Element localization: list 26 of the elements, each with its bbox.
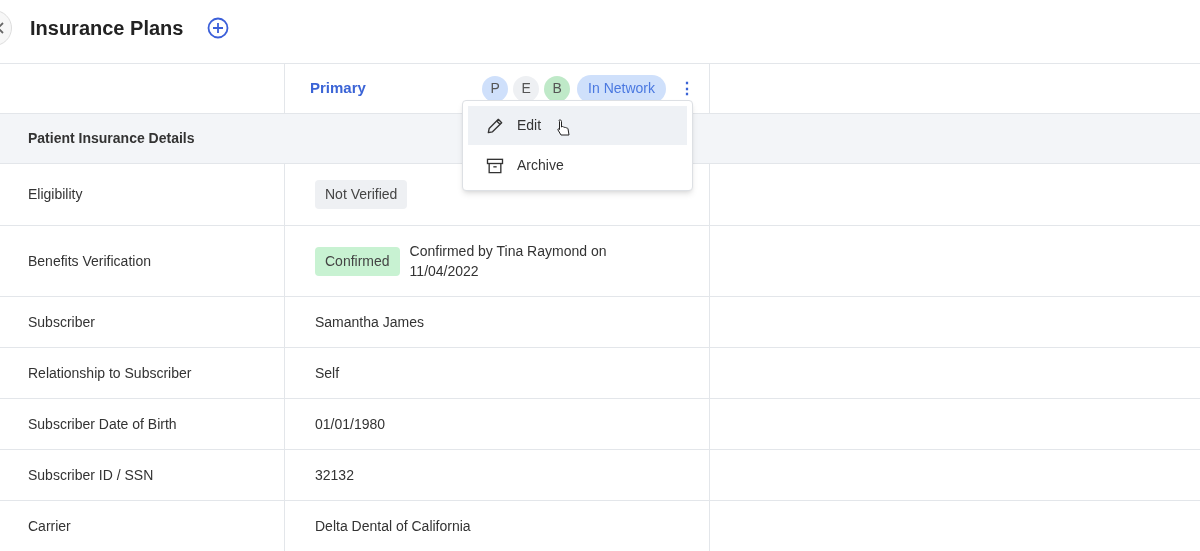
field-value: Delta Dental of California <box>315 516 471 536</box>
hand-cursor-icon <box>556 118 572 138</box>
field-label: Subscriber ID / SSN <box>28 465 154 485</box>
status-tag: Not Verified <box>315 180 408 209</box>
field-value: Samantha James <box>315 312 424 332</box>
field-label: Carrier <box>28 516 71 536</box>
field-value: 32132 <box>315 465 354 485</box>
more-button[interactable]: ⋮ <box>679 76 695 101</box>
field-label: Eligibility <box>28 185 83 204</box>
plan-name: Primary <box>310 78 367 99</box>
section-heading: Patient Insurance Details <box>28 129 195 148</box>
page-title: Insurance Plans <box>30 16 184 41</box>
network-badge: In Network <box>577 74 666 103</box>
field-value: Self <box>315 363 340 383</box>
status-tag: Confirmed <box>315 246 400 276</box>
add-icon[interactable] <box>207 17 230 39</box>
verification-note: Confirmed by Tina Raymond on 11/04/2022 <box>409 242 608 281</box>
field-label: Benefits Verification <box>28 251 151 271</box>
initial-badge: E <box>513 75 540 102</box>
field-label: Subscriber <box>28 312 95 332</box>
menu-item[interactable]: Edit <box>468 106 687 145</box>
field-label: Subscriber Date of Birth <box>28 414 177 434</box>
field-label: Relationship to Subscriber <box>28 363 192 383</box>
field-value: 01/01/1980 <box>315 414 386 434</box>
initial-badge: P <box>482 75 509 102</box>
initial-badge: B <box>544 75 571 102</box>
